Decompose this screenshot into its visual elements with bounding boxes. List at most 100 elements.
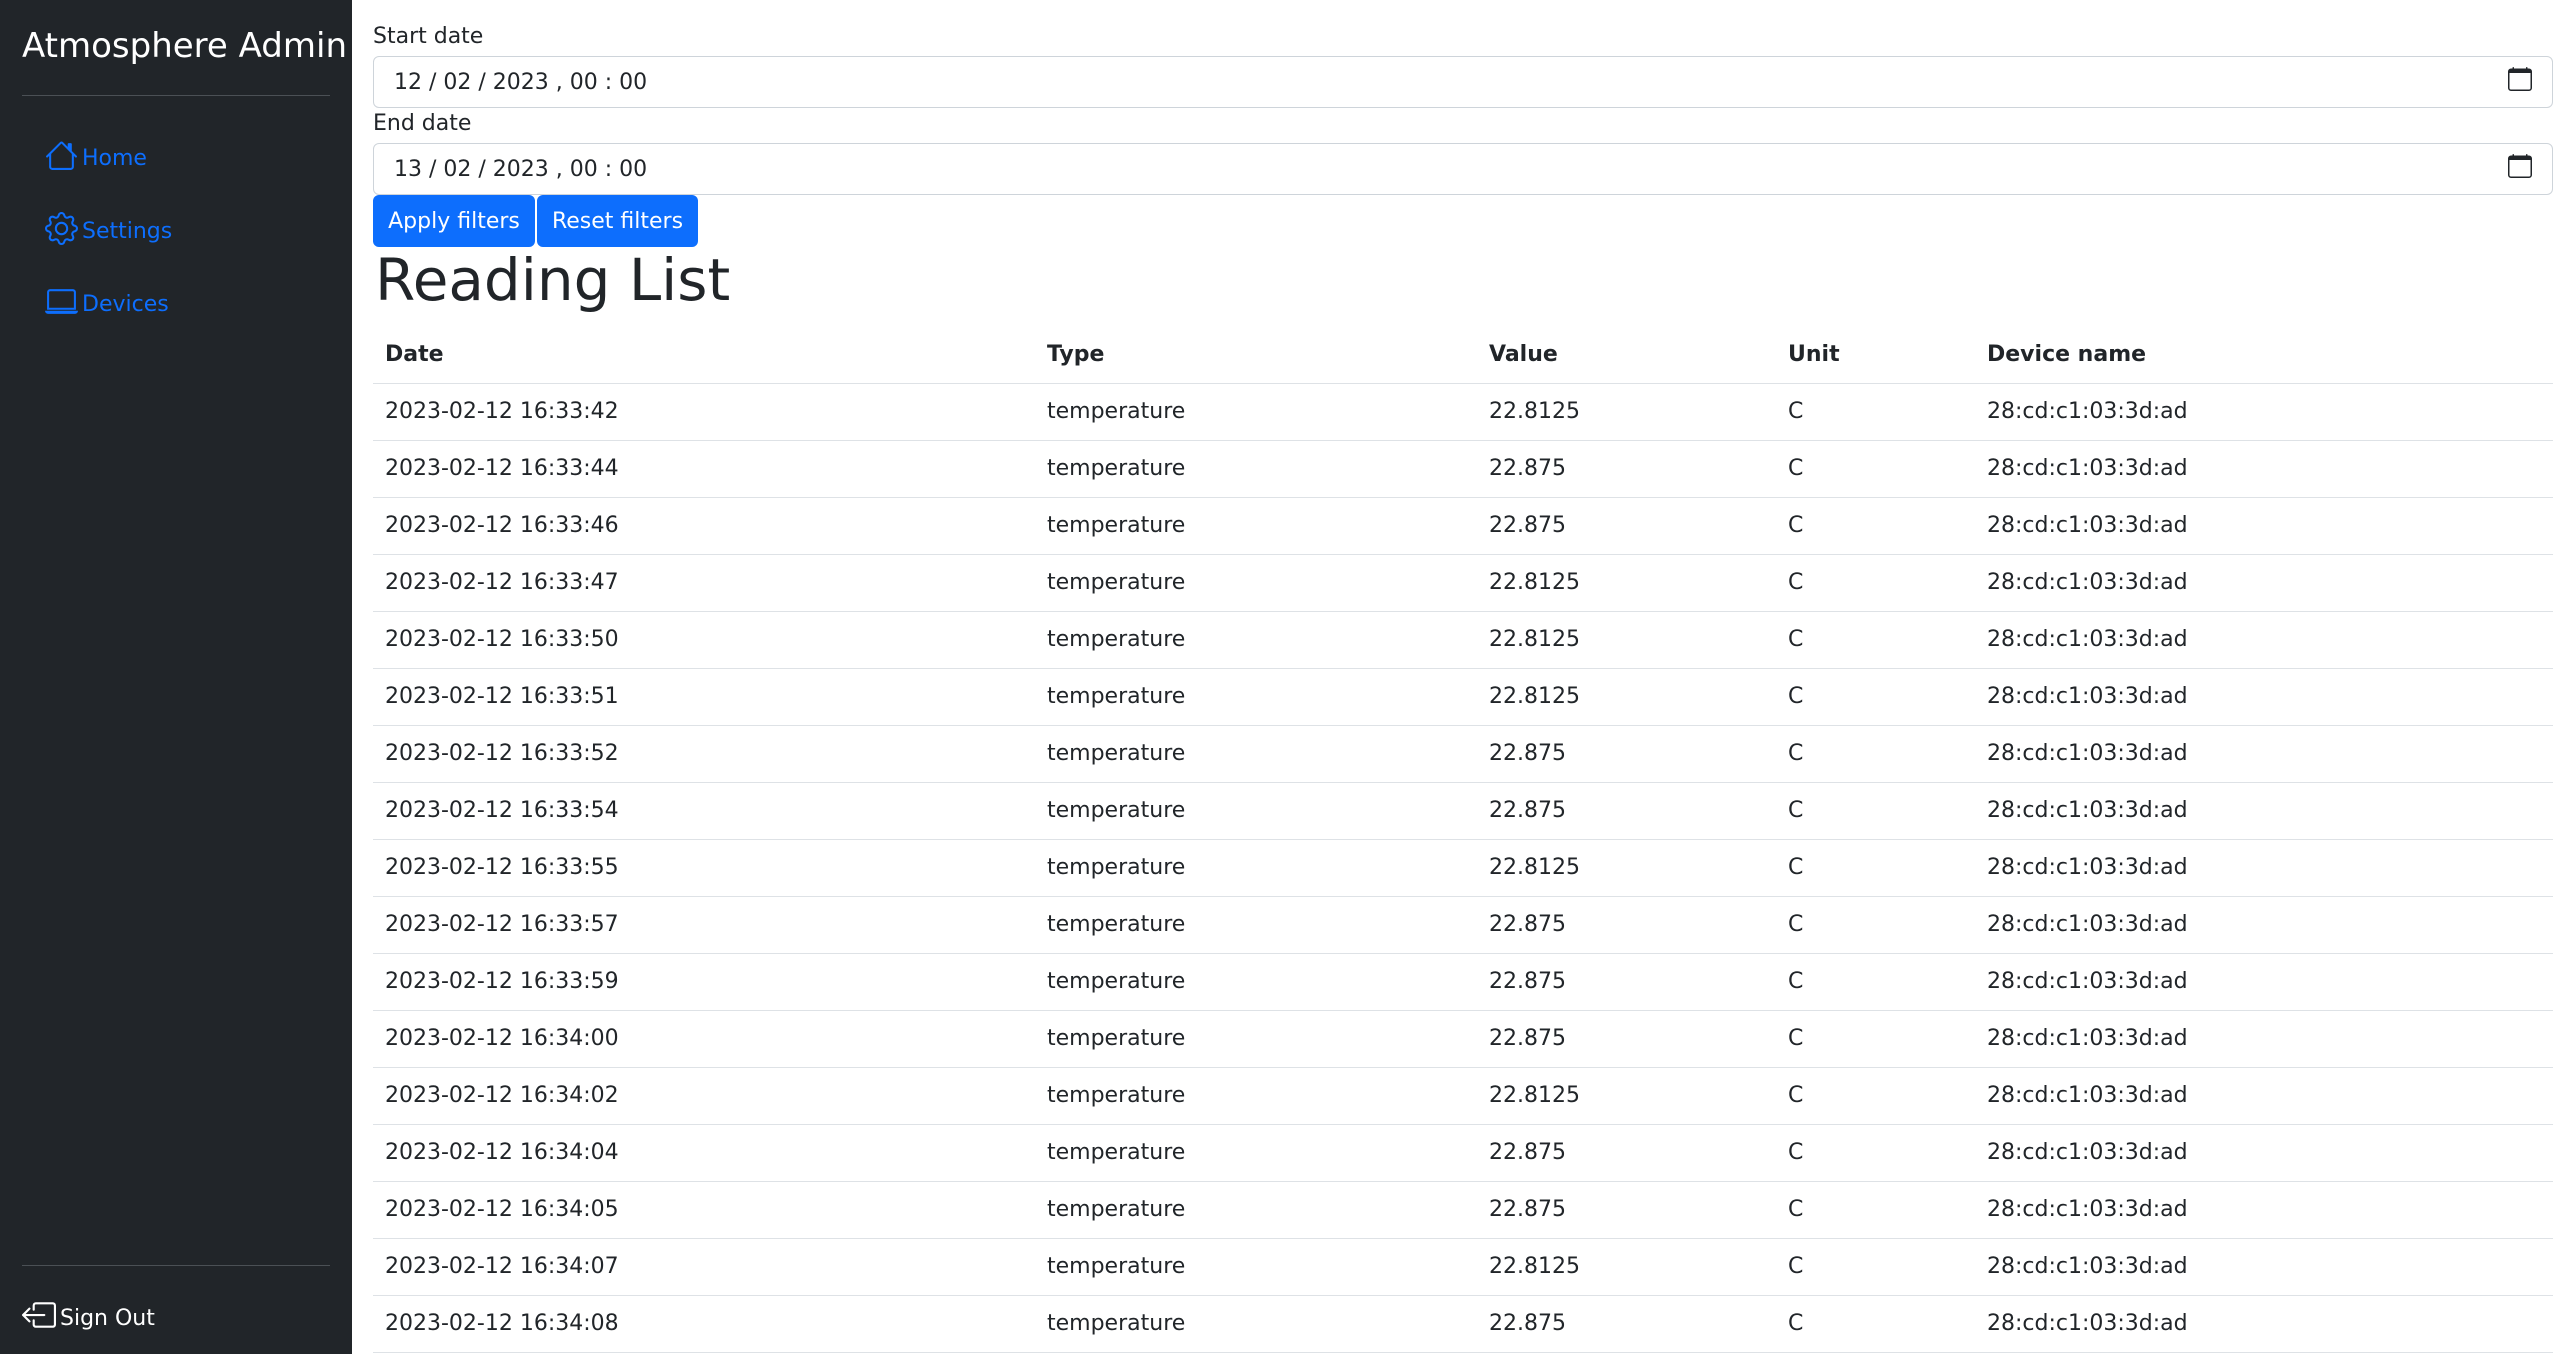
cell-unit: C (1776, 1010, 1975, 1068)
cell-type: temperature (1035, 497, 1477, 555)
cell-type: temperature (1035, 383, 1477, 441)
sidebar: Atmosphere Admin Home Settings Devices S… (0, 0, 352, 1354)
sidebar-item-settings[interactable]: Settings (45, 211, 172, 251)
column-header-unit: Unit (1776, 327, 1975, 384)
cell-unit: C (1776, 383, 1975, 441)
sidebar-item-home[interactable]: Home (45, 138, 147, 178)
table-row: 2023-02-12 16:34:08 temperature 22.875 C 28:… (373, 1295, 2553, 1353)
column-header-date: Date (373, 327, 1035, 384)
cell-type: temperature (1035, 782, 1477, 840)
cell-date: 2023-02-12 16:33:46 (373, 497, 1035, 555)
cell-date: 2023-02-12 16:33:55 (373, 839, 1035, 897)
cell-type: temperature (1035, 440, 1477, 498)
table-row: 2023-02-12 16:33:55 temperature 22.8125 C 28… (373, 839, 2553, 897)
house-icon (45, 139, 78, 178)
cell-unit: C (1776, 554, 1975, 612)
start-date-input[interactable]: 12 / 02 / 2023 , 00 : 00 (373, 56, 2553, 108)
calendar-icon[interactable] (2508, 67, 2532, 97)
cell-unit: C (1776, 668, 1975, 726)
cell-unit: C (1776, 782, 1975, 840)
cell-value: 22.875 (1477, 953, 1776, 1011)
cell-unit: C (1776, 1238, 1975, 1296)
cell-type: temperature (1035, 668, 1477, 726)
cell-type: temperature (1035, 1181, 1477, 1239)
cell-type: temperature (1035, 1238, 1477, 1296)
cell-device-name: 28:cd:c1:03:3d:ad (1975, 668, 2553, 726)
cell-value: 22.8125 (1477, 554, 1776, 612)
cell-device-name: 28:cd:c1:03:3d:ad (1975, 1238, 2553, 1296)
cell-device-name: 28:cd:c1:03:3d:ad (1975, 839, 2553, 897)
cell-unit: C (1776, 1067, 1975, 1125)
cell-device-name: 28:cd:c1:03:3d:ad (1975, 554, 2553, 612)
cell-date: 2023-02-12 16:34:04 (373, 1124, 1035, 1182)
cell-device-name: 28:cd:c1:03:3d:ad (1975, 1124, 2553, 1182)
end-date-label: End date (373, 111, 472, 136)
end-date-value: 13 / 02 / 2023 , 00 : 00 (394, 156, 648, 182)
apply-filters-button[interactable]: Apply filters (373, 195, 535, 247)
cell-value: 22.8125 (1477, 1238, 1776, 1296)
cell-unit: C (1776, 440, 1975, 498)
cell-device-name: 28:cd:c1:03:3d:ad (1975, 1181, 2553, 1239)
sidebar-item-devices[interactable]: Devices (45, 284, 169, 324)
cell-value: 22.875 (1477, 440, 1776, 498)
cell-type: temperature (1035, 1010, 1477, 1068)
table-header-row: Date Type Value Unit Device name (373, 327, 2553, 384)
cell-unit: C (1776, 1295, 1975, 1353)
column-header-value: Value (1477, 327, 1776, 384)
table-row: 2023-02-12 16:33:47 temperature 22.8125 C 28… (373, 554, 2553, 612)
start-date-value: 12 / 02 / 2023 , 00 : 00 (394, 69, 648, 95)
cell-value: 22.875 (1477, 725, 1776, 783)
cell-unit: C (1776, 839, 1975, 897)
cell-unit: C (1776, 896, 1975, 954)
table-row: 2023-02-12 16:33:46 temperature 22.875 C 28:… (373, 497, 2553, 555)
cell-value: 22.8125 (1477, 668, 1776, 726)
sign-out-link[interactable]: Sign Out (21, 1298, 155, 1338)
cell-date: 2023-02-12 16:33:51 (373, 668, 1035, 726)
cell-device-name: 28:cd:c1:03:3d:ad (1975, 896, 2553, 954)
table-row: 2023-02-12 16:33:42 temperature 22.8125 C 28… (373, 383, 2553, 441)
cell-device-name: 28:cd:c1:03:3d:ad (1975, 1295, 2553, 1353)
cell-date: 2023-02-12 16:33:57 (373, 896, 1035, 954)
cell-unit: C (1776, 725, 1975, 783)
cell-device-name: 28:cd:c1:03:3d:ad (1975, 383, 2553, 441)
cell-date: 2023-02-12 16:33:50 (373, 611, 1035, 669)
reset-filters-button[interactable]: Reset filters (537, 195, 698, 247)
cell-unit: C (1776, 497, 1975, 555)
table-row: 2023-02-12 16:33:54 temperature 22.875 C 28:… (373, 782, 2553, 840)
table-row: 2023-02-12 16:34:07 temperature 22.8125 C 28… (373, 1238, 2553, 1296)
end-date-input[interactable]: 13 / 02 / 2023 , 00 : 00 (373, 143, 2553, 195)
calendar-icon[interactable] (2508, 154, 2532, 184)
cell-date: 2023-02-12 16:33:52 (373, 725, 1035, 783)
column-header-type: Type (1035, 327, 1477, 384)
table-row: 2023-02-12 16:33:50 temperature 22.8125 C 28… (373, 611, 2553, 669)
readings-table: Date Type Value Unit Device name 2023-02… (373, 327, 2553, 1353)
cell-date: 2023-02-12 16:34:08 (373, 1295, 1035, 1353)
cell-value: 22.8125 (1477, 1067, 1776, 1125)
cell-device-name: 28:cd:c1:03:3d:ad (1975, 953, 2553, 1011)
cell-type: temperature (1035, 1295, 1477, 1353)
cell-type: temperature (1035, 611, 1477, 669)
table-row: 2023-02-12 16:33:59 temperature 22.875 C 28:… (373, 953, 2553, 1011)
cell-unit: C (1776, 611, 1975, 669)
cell-device-name: 28:cd:c1:03:3d:ad (1975, 1067, 2553, 1125)
cell-value: 22.8125 (1477, 611, 1776, 669)
sidebar-divider-top (22, 95, 330, 96)
table-row: 2023-02-12 16:33:44 temperature 22.875 C 28:… (373, 440, 2553, 498)
cell-device-name: 28:cd:c1:03:3d:ad (1975, 440, 2553, 498)
cell-device-name: 28:cd:c1:03:3d:ad (1975, 1010, 2553, 1068)
table-row: 2023-02-12 16:34:05 temperature 22.875 C 28:… (373, 1181, 2553, 1239)
cell-date: 2023-02-12 16:34:00 (373, 1010, 1035, 1068)
table-row: 2023-02-12 16:33:57 temperature 22.875 C 28:… (373, 896, 2553, 954)
sidebar-item-label: Home (82, 145, 147, 171)
table-row: 2023-02-12 16:34:02 temperature 22.8125 C 28… (373, 1067, 2553, 1125)
sidebar-divider-bottom (22, 1265, 330, 1266)
column-header-device-name: Device name (1975, 327, 2553, 384)
cell-value: 22.875 (1477, 1124, 1776, 1182)
cell-value: 22.875 (1477, 1010, 1776, 1068)
table-body: 2023-02-12 16:33:42 temperature 22.8125 C 28… (373, 383, 2553, 1353)
cell-date: 2023-02-12 16:33:44 (373, 440, 1035, 498)
cell-date: 2023-02-12 16:33:59 (373, 953, 1035, 1011)
cell-device-name: 28:cd:c1:03:3d:ad (1975, 611, 2553, 669)
cell-value: 22.875 (1477, 1295, 1776, 1353)
gear-icon (45, 211, 78, 251)
